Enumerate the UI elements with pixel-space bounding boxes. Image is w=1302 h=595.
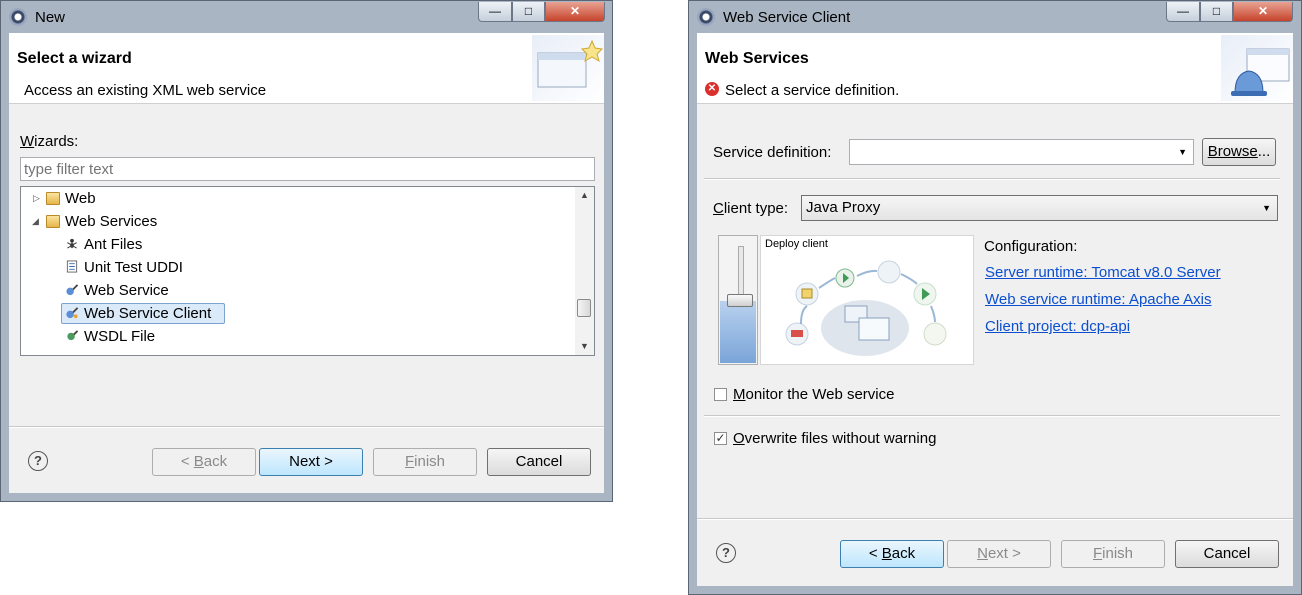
next-button[interactable]: Next > [947, 540, 1051, 568]
new-wizard-dialog: New — □ ✕ Select a wizard Access an exis… [0, 0, 613, 502]
dropdown-arrow-icon[interactable]: ▼ [1262, 203, 1271, 213]
monitor-checkbox[interactable] [714, 388, 727, 401]
cancel-button[interactable]: Cancel [487, 448, 591, 476]
help-icon[interactable]: ? [716, 543, 736, 563]
uddi-icon [66, 260, 78, 273]
dropdown-arrow-icon[interactable]: ▼ [1178, 147, 1187, 157]
next-button[interactable]: Next > [259, 448, 363, 476]
wizard-banner: Select a wizard Access an existing XML w… [9, 33, 604, 104]
help-icon[interactable]: ? [28, 451, 48, 471]
overwrite-checkbox[interactable]: ✓ [714, 432, 727, 445]
scroll-thumb[interactable] [577, 299, 591, 317]
back-button[interactable]: < Back [840, 540, 944, 568]
wizard-tree[interactable]: ▷ Web ◢ Web Services Ant Files Unit Test… [20, 186, 595, 356]
new-wizard-banner-icon [532, 35, 604, 101]
banner-title: Web Services [705, 50, 809, 67]
section-separator [704, 178, 1280, 180]
maximize-button[interactable]: □ [512, 2, 545, 22]
overwrite-label[interactable]: Overwrite files without warning [733, 430, 936, 447]
title-bar[interactable]: New — □ ✕ [1, 1, 612, 33]
eclipse-icon [9, 8, 27, 26]
configuration-label: Configuration: [984, 238, 1078, 255]
eclipse-icon [697, 8, 715, 26]
close-button[interactable]: ✕ [545, 2, 605, 22]
client-project-link[interactable]: Client project: dcp-api [985, 318, 1130, 335]
window-title: New [35, 9, 66, 26]
banner-title: Select a wizard [17, 50, 132, 67]
section-separator [704, 415, 1280, 417]
title-bar[interactable]: Web Service Client — □ ✕ [689, 1, 1301, 33]
tree-scrollbar[interactable]: ▲ ▼ [575, 187, 594, 355]
dialog-content: Web Services ✕ Select a service definiti… [697, 33, 1293, 586]
minimize-button[interactable]: — [1166, 2, 1200, 22]
web-service-icon [66, 284, 79, 296]
close-button[interactable]: ✕ [1233, 2, 1293, 22]
error-icon: ✕ [705, 82, 719, 96]
collapsed-arrow-icon[interactable]: ▷ [33, 188, 40, 209]
slider-fill [720, 301, 756, 363]
slider-caption: Deploy client [765, 238, 828, 250]
ant-icon [67, 238, 77, 249]
deploy-diagram: Deploy client [760, 235, 974, 365]
scroll-down-arrow-icon[interactable]: ▼ [580, 341, 589, 351]
scroll-up-arrow-icon[interactable]: ▲ [580, 190, 589, 200]
browse-button[interactable]: Browse... [1202, 138, 1276, 166]
dialog-content: Select a wizard Access an existing XML w… [9, 33, 604, 493]
slider-thumb[interactable] [727, 294, 753, 307]
folder-open-icon [46, 215, 60, 228]
service-definition-combo[interactable]: ▼ [849, 139, 1194, 165]
deploy-client-diagram-icon [785, 260, 947, 356]
web-service-client-icon [66, 307, 79, 319]
banner-message: Access an existing XML web service [24, 82, 267, 99]
web-service-client-dialog: Web Service Client — □ ✕ Web Services ✕ … [688, 0, 1302, 595]
client-type-label: Client type: [713, 200, 789, 217]
window-title: Web Service Client [723, 9, 851, 26]
maximize-button[interactable]: □ [1200, 2, 1233, 22]
filter-input[interactable] [20, 157, 595, 181]
finish-button[interactable]: Finish [373, 448, 477, 476]
server-runtime-link[interactable]: Server runtime: Tomcat v8.0 Server [985, 264, 1221, 281]
web-service-banner-icon [1221, 35, 1293, 101]
back-button[interactable]: < Back [152, 448, 256, 476]
monitor-label[interactable]: Monitor the Web service [733, 386, 894, 403]
folder-icon [46, 192, 60, 205]
minimize-button[interactable]: — [478, 2, 512, 22]
cancel-button[interactable]: Cancel [1175, 540, 1279, 568]
web-service-runtime-link[interactable]: Web service runtime: Apache Axis [985, 291, 1212, 308]
service-definition-label: Service definition: [713, 144, 832, 161]
wizards-label: Wizards: [20, 133, 79, 150]
client-type-combo[interactable]: Java Proxy ▼ [801, 195, 1278, 221]
finish-button[interactable]: Finish [1061, 540, 1165, 568]
banner-message: Select a service definition. [725, 82, 900, 99]
wsdl-icon [67, 330, 79, 341]
wizard-banner: Web Services ✕ Select a service definiti… [697, 33, 1293, 104]
button-bar-separator [697, 518, 1293, 520]
expanded-arrow-icon[interactable]: ◢ [32, 211, 39, 232]
button-bar-separator [9, 426, 604, 428]
tree-item-web-service-client[interactable]: Web Service Client [61, 303, 225, 324]
deploy-level-slider[interactable] [718, 235, 758, 365]
